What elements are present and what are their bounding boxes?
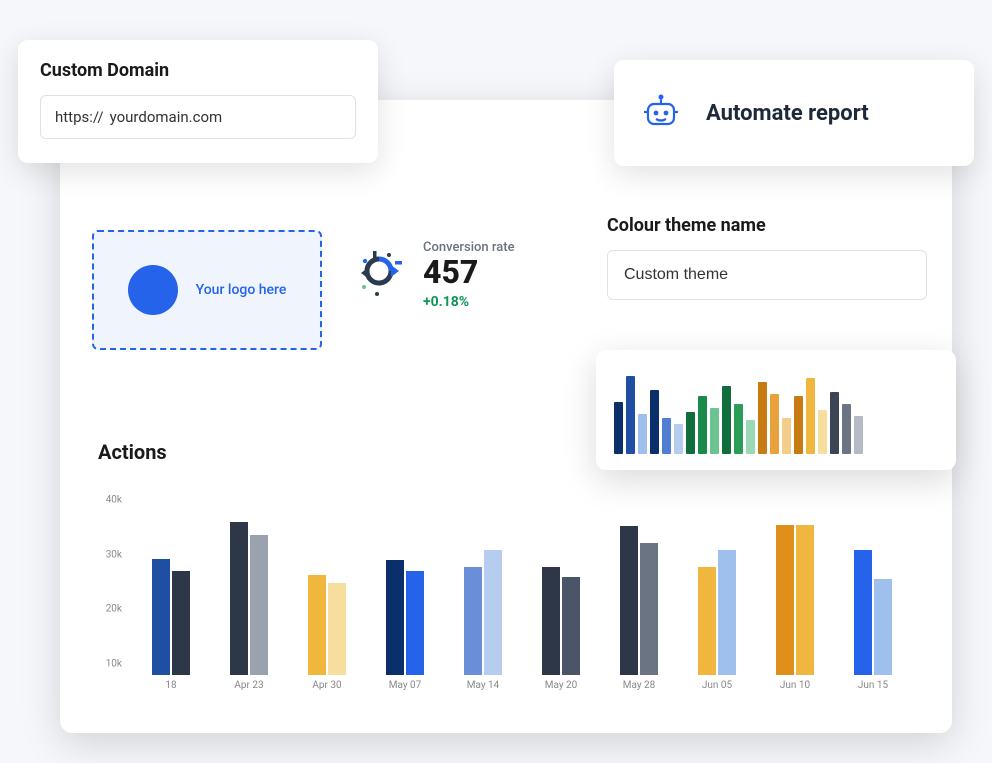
y-tick-label: 20k xyxy=(98,604,122,615)
palette-bar xyxy=(770,394,779,454)
palette-bar xyxy=(626,376,635,454)
chart-bar xyxy=(484,550,502,675)
chart-bar xyxy=(640,543,658,675)
x-tick-label: Apr 23 xyxy=(224,680,274,700)
palette-bar xyxy=(842,404,851,454)
chart-bar xyxy=(308,575,326,675)
chart-bar xyxy=(152,559,170,675)
domain-value: yourdomain.com xyxy=(110,108,223,126)
colour-theme-label: Colour theme name xyxy=(607,215,927,236)
palette-bar xyxy=(758,382,767,454)
palette-bar xyxy=(818,410,827,454)
x-tick-label: May 28 xyxy=(614,680,664,700)
palette-preview-card xyxy=(596,350,956,470)
custom-domain-title: Custom Domain xyxy=(40,60,356,81)
palette-bar xyxy=(650,390,659,454)
palette-bar xyxy=(806,378,815,454)
palette-bar xyxy=(734,404,743,454)
y-tick-label: 40k xyxy=(98,495,122,506)
x-tick-label: 18 xyxy=(146,680,196,700)
bar-group xyxy=(698,550,736,675)
x-tick-label: Jun 10 xyxy=(770,680,820,700)
actions-chart: 40k30k20k10k 18Apr 23Apr 30May 07May 14M… xyxy=(98,500,912,700)
x-tick-label: May 20 xyxy=(536,680,586,700)
chart-bar xyxy=(328,583,346,675)
chart-bar xyxy=(464,567,482,676)
x-tick-label: Apr 30 xyxy=(302,680,352,700)
logo-dropzone[interactable]: Your logo here xyxy=(92,230,322,350)
automate-report-card[interactable]: Automate report xyxy=(614,60,974,166)
palette-bar xyxy=(674,424,683,454)
bar-group xyxy=(620,526,658,675)
palette-bar xyxy=(722,386,731,454)
bar-group xyxy=(464,550,502,675)
chart-bar xyxy=(854,550,872,675)
palette-bar xyxy=(662,418,671,454)
bar-group xyxy=(776,525,814,675)
x-tick-label: Jun 05 xyxy=(692,680,742,700)
palette-bar xyxy=(782,418,791,454)
conversion-rate-metric: Conversion rate 457 +0.18% xyxy=(355,240,515,310)
refresh-icon xyxy=(355,247,407,303)
chart-bar xyxy=(562,577,580,675)
chart-bar xyxy=(620,526,638,675)
palette-bar xyxy=(614,402,623,454)
palette-bar xyxy=(686,412,695,454)
chart-bar xyxy=(776,525,794,675)
chart-bar xyxy=(386,560,404,675)
chart-bar xyxy=(172,571,190,675)
chart-bar xyxy=(250,535,268,675)
y-tick-label: 30k xyxy=(98,549,122,560)
palette-bar xyxy=(854,416,863,454)
robot-icon xyxy=(640,90,682,136)
metric-value: 457 xyxy=(423,255,515,290)
bar-group xyxy=(542,567,580,676)
automate-report-title: Automate report xyxy=(706,101,869,126)
actions-title: Actions xyxy=(98,440,167,464)
bar-group xyxy=(854,550,892,675)
x-tick-label: May 14 xyxy=(458,680,508,700)
palette-bar xyxy=(794,396,803,454)
custom-domain-card: Custom Domain https:// yourdomain.com xyxy=(18,40,378,163)
palette-bar xyxy=(830,392,839,454)
chart-bar xyxy=(874,579,892,675)
palette-bar xyxy=(746,420,755,454)
logo-placeholder-icon xyxy=(128,265,178,315)
chart-bar xyxy=(542,567,560,676)
colour-theme-input[interactable] xyxy=(607,250,927,300)
palette-bar xyxy=(710,408,719,454)
domain-input[interactable]: https:// yourdomain.com xyxy=(40,95,356,139)
bar-group xyxy=(230,522,268,675)
colour-theme-section: Colour theme name xyxy=(607,215,927,300)
chart-bar xyxy=(698,567,716,676)
logo-dropzone-label: Your logo here xyxy=(196,282,287,298)
bar-group xyxy=(152,559,190,675)
chart-bar xyxy=(230,522,248,675)
palette-bar xyxy=(698,396,707,454)
bar-group xyxy=(386,560,424,675)
bar-group xyxy=(308,575,346,675)
metric-change: +0.18% xyxy=(423,294,515,310)
chart-bar xyxy=(796,525,814,675)
palette-bar xyxy=(638,414,647,454)
y-tick-label: 10k xyxy=(98,658,122,669)
x-tick-label: Jun 15 xyxy=(848,680,898,700)
chart-bar xyxy=(406,571,424,675)
domain-prefix: https:// xyxy=(55,108,104,126)
x-tick-label: May 07 xyxy=(380,680,430,700)
chart-bar xyxy=(718,550,736,675)
